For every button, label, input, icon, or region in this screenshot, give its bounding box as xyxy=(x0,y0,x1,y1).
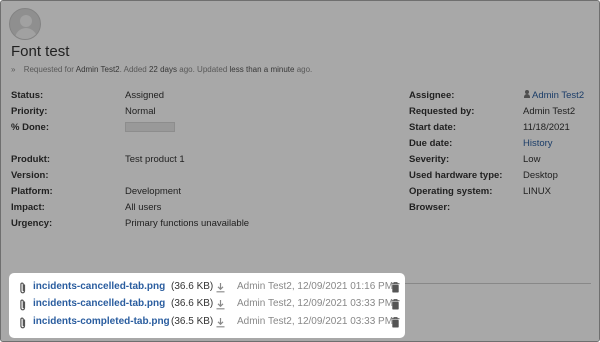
attachment-author-date: Admin Test2, 12/09/2021 01:16 PM xyxy=(237,281,394,292)
attachment-row: incidents-cancelled-tab.png (36.6 KB) Ad… xyxy=(17,280,401,296)
paperclip-icon xyxy=(20,299,26,311)
issue-screenshot-frame: Font test » Requested for Admin Test2. A… xyxy=(0,0,600,342)
trash-icon[interactable] xyxy=(391,317,400,328)
trash-icon[interactable] xyxy=(391,299,400,310)
download-icon[interactable] xyxy=(215,299,226,310)
attachment-size: (36.6 KB) xyxy=(171,298,214,309)
attachment-size: (36.6 KB) xyxy=(171,281,214,292)
attachment-author-date: Admin Test2, 12/09/2021 03:33 PM xyxy=(237,298,394,309)
attachment-filename-link[interactable]: incidents-cancelled-tab.png xyxy=(33,281,165,292)
attachment-size: (36.5 KB) xyxy=(171,316,214,327)
download-icon[interactable] xyxy=(215,317,226,328)
attachment-filename-link[interactable]: incidents-completed-tab.png xyxy=(33,316,170,327)
trash-icon[interactable] xyxy=(391,282,400,293)
attachment-row: incidents-completed-tab.png (36.5 KB) Ad… xyxy=(17,315,401,331)
attachment-row: incidents-cancelled-tab.png (36.6 KB) Ad… xyxy=(17,297,401,313)
attachment-author-date: Admin Test2, 12/09/2021 03:33 PM xyxy=(237,316,394,327)
paperclip-icon xyxy=(20,317,26,329)
attachment-filename-link[interactable]: incidents-cancelled-tab.png xyxy=(33,298,165,309)
download-icon[interactable] xyxy=(215,282,226,293)
attachments-panel: incidents-cancelled-tab.png (36.6 KB) Ad… xyxy=(9,273,405,338)
paperclip-icon xyxy=(20,282,26,294)
